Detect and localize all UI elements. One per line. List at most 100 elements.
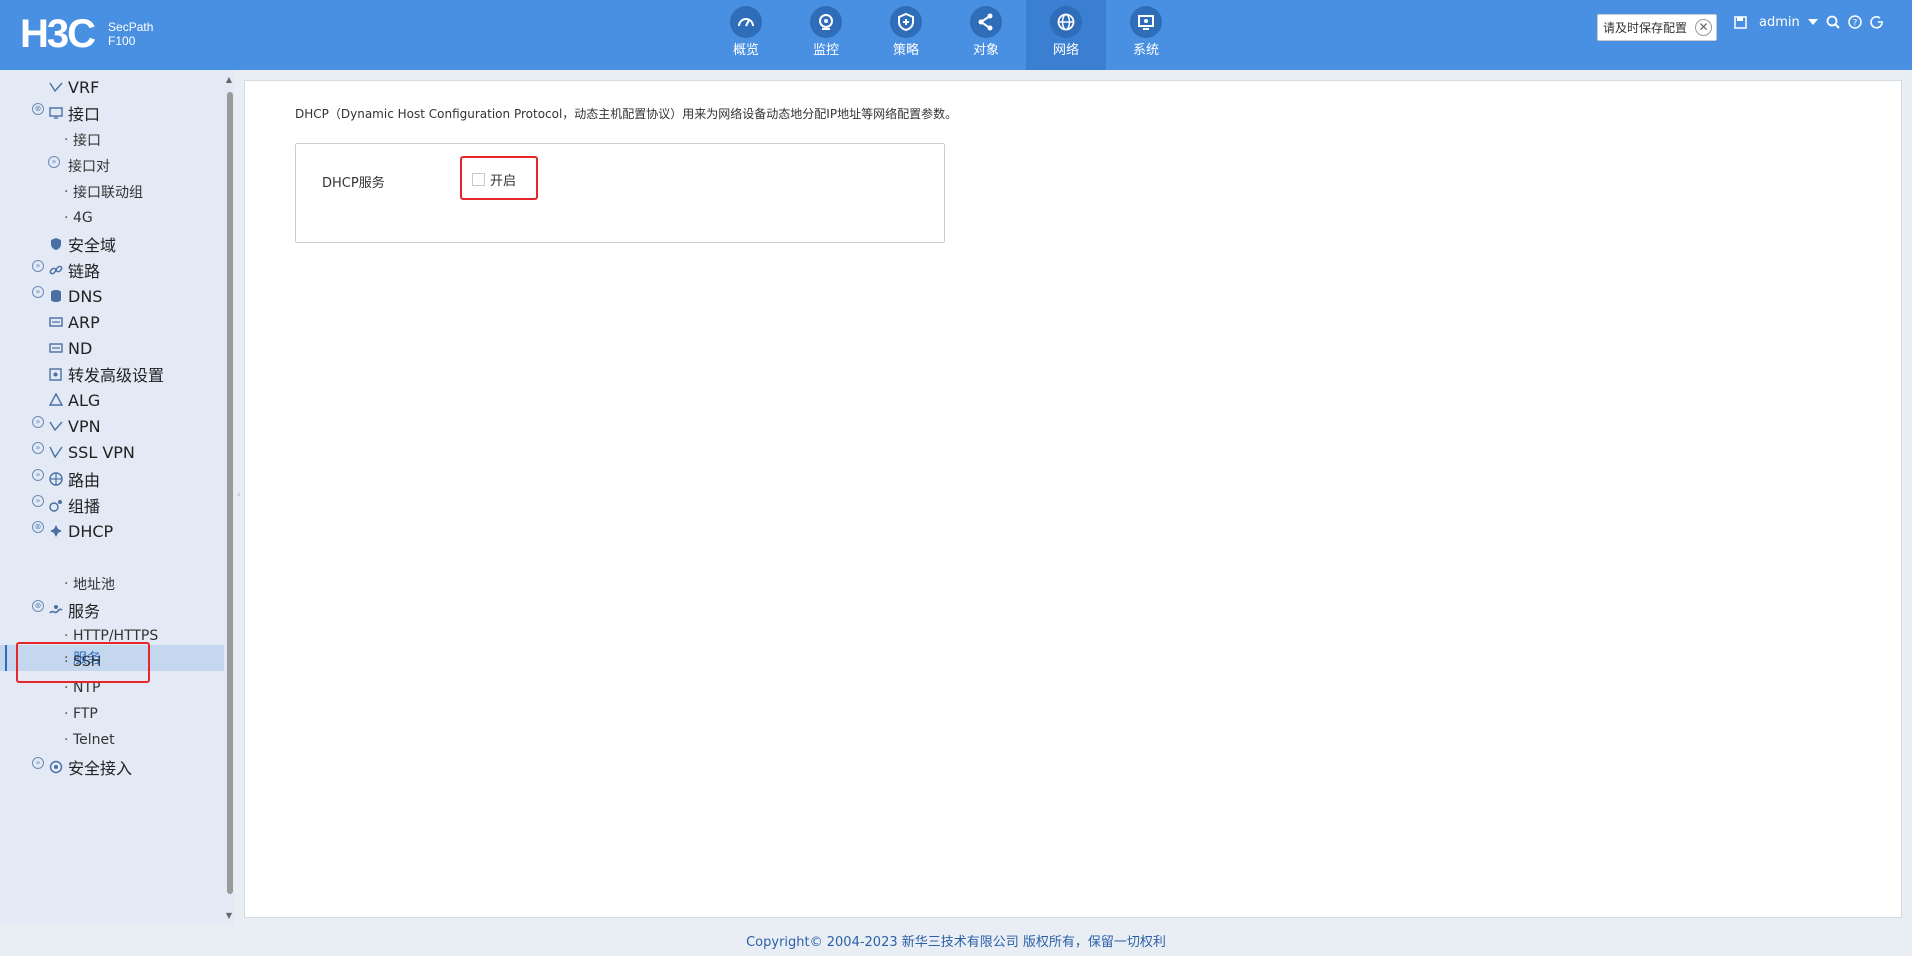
sidebar-item-vpn[interactable]: » VPN [0,413,224,439]
nav-monitor[interactable]: 监控 [786,0,866,70]
sidebar-item-nd[interactable]: ND [0,335,224,361]
sidebar-item-link[interactable]: » 链路 [0,257,224,283]
sidebar-item-ssl-vpn[interactable]: » SSL VPN [0,439,224,465]
scroll-down-arrow-icon[interactable]: ▼ [225,912,233,920]
sidebar-item-label: 组播 [68,497,101,516]
sidebar-highlight-box [16,642,150,683]
expand-icon[interactable]: » [32,260,44,272]
ssl-vpn-icon [48,444,64,460]
dhcp-icon [48,523,64,539]
nav-object[interactable]: 对象 [946,0,1026,70]
close-icon[interactable]: ✕ [1695,19,1712,36]
expand-icon[interactable]: » [48,156,60,168]
access-icon [48,759,64,775]
nav-label: 策略 [892,43,919,58]
copyright-text: Copyright© 2004-2023 新华三技术有限公司 版权所有，保留一切… [746,935,1166,950]
nav-network[interactable]: 网络 [1026,0,1106,70]
search-icon[interactable] [1826,15,1840,29]
dhcp-description: DHCP（Dynamic Host Configuration Protocol… [295,107,958,121]
save-config-tip: 请及时保存配置 ✕ [1597,14,1717,41]
sidebar-item-4g[interactable]: · 4G [0,205,224,231]
sidebar-item-label: 4G [73,210,93,226]
nav-policy[interactable]: 策略 [866,0,946,70]
expand-icon[interactable]: » [32,416,44,428]
route-icon [48,471,64,487]
collapse-icon[interactable]: ⊗ [32,103,44,115]
sidebar-item-telnet[interactable]: · Telnet [0,727,224,753]
expand-icon[interactable]: » [32,495,44,507]
nd-icon [48,340,64,356]
enable-dhcp-option[interactable]: 开启 [472,170,516,189]
sidebar-item-security-access[interactable]: » 安全接入 [0,754,224,780]
collapse-handle-icon[interactable]: ‹ [237,490,241,504]
sidebar-item-label: VPN [68,416,101,436]
product-line2: F100 [108,34,136,48]
sidebar-item-label: 接口 [68,105,101,124]
username: admin [1759,14,1800,30]
save-tip-text: 请及时保存配置 [1603,21,1688,35]
shield-icon [890,6,922,38]
nav-system[interactable]: 系统 [1106,0,1186,70]
nav-label: 监控 [812,43,839,58]
bullet-icon: · [64,706,69,722]
sidebar-item-interface-link-group[interactable]: · 接口联动组 [0,179,224,205]
sidebar-scroll-thumb[interactable] [227,92,233,894]
alg-icon [48,392,64,408]
main-nav: 概览 监控 策略 对象 网络 系统 [706,0,1186,70]
caret-down-icon [1807,19,1818,25]
bullet-icon: · [64,576,69,592]
enable-dhcp-checkbox[interactable] [472,173,485,186]
expand-icon[interactable]: » [32,469,44,481]
sidebar-item-forwarding-advanced[interactable]: 转发高级设置 [0,361,224,387]
expand-icon[interactable]: » [32,442,44,454]
nav-overview[interactable]: 概览 [706,0,786,70]
interface-icon [48,105,64,121]
sidebar-item-routing[interactable]: » 路由 [0,466,224,492]
sidebar-item-label: 服务 [68,602,101,621]
bullet-icon: · [64,184,69,200]
sidebar-item-arp[interactable]: ARP [0,309,224,335]
sidebar-item-vrf[interactable]: VRF [0,74,224,100]
sidebar-item-label: ARP [68,312,100,332]
expand-icon[interactable]: » [32,757,44,769]
sidebar-item-interface[interactable]: · 接口 [0,127,224,153]
share-icon [970,6,1002,38]
bullet-icon: · [64,210,69,226]
sidebar-item-dhcp[interactable]: ⊗ DHCP [0,518,224,544]
enable-dhcp-label: 开启 [490,174,517,189]
h3c-logo: H3C SecPath F100 [20,14,153,54]
sidebar-item-interface-pair[interactable]: » 接口对 [0,153,224,179]
sidebar-item-label: Telnet [73,732,115,748]
dhcp-service-panel: DHCP服务 开启 [295,143,945,243]
sidebar-item-multicast[interactable]: » 组播 [0,492,224,518]
database-icon [48,288,64,304]
nav-label: 系统 [1132,43,1159,58]
collapse-icon[interactable]: ⊗ [32,521,44,533]
nav-label: 对象 [972,43,999,58]
username-dropdown[interactable]: admin [1755,15,1818,30]
collapse-icon[interactable]: ⊗ [32,600,44,612]
sidebar-item-label: 地址池 [73,577,115,593]
save-icon[interactable] [1734,15,1747,29]
expand-icon[interactable]: » [32,286,44,298]
product-line1: SecPath [108,20,154,34]
sidebar-item-security-zone[interactable]: 安全域 [0,231,224,257]
sidebar-item-interface-group[interactable]: ⊗ 接口 [0,100,224,126]
sidebar-item-address-pool[interactable]: · 地址池 [0,571,224,597]
scroll-up-arrow-icon[interactable]: ▲ [225,76,233,84]
nav-label: 概览 [732,43,759,58]
arp-icon [48,314,64,330]
sidebar-item-dns[interactable]: » DNS [0,283,224,309]
sidebar-item-label: 转发高级设置 [68,366,165,385]
sidebar-item-label: DHCP [68,521,114,541]
help-icon[interactable]: ? [1847,15,1862,29]
globe-icon [1050,6,1082,38]
logo-text: H3C [20,12,96,56]
sidebar-item-ftp[interactable]: · FTP [0,701,224,727]
sidebar-item-label: VRF [68,77,100,97]
sidebar-item-services[interactable]: ⊗ 服务 [0,597,224,623]
sidebar-item-alg[interactable]: ALG [0,387,224,413]
logout-icon[interactable] [1870,15,1884,29]
bullet-icon: · [64,732,69,748]
sidebar-item-label: ALG [68,390,101,410]
